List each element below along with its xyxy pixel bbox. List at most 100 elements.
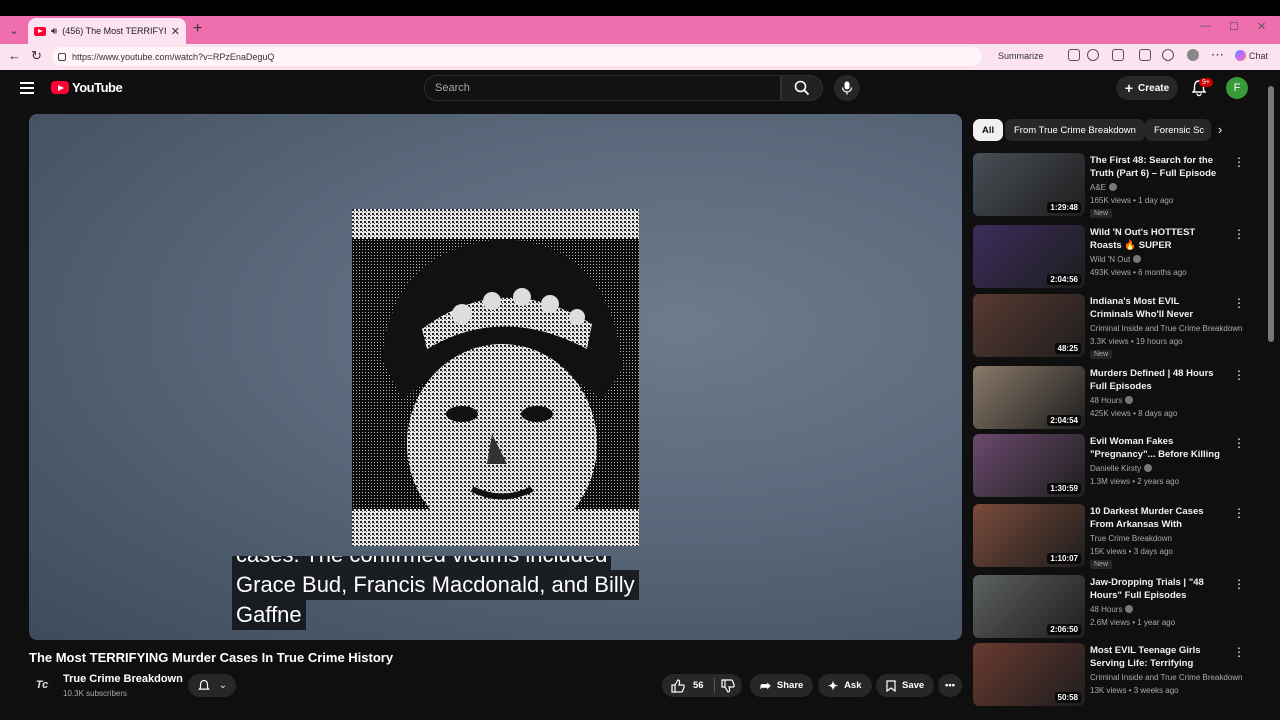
more-horizontal-icon: ••• (945, 680, 955, 691)
video-title[interactable]: Evil Woman Fakes "Pregnancy"... Before K… (1090, 435, 1220, 462)
more-vertical-icon[interactable]: ⋮ (1233, 368, 1245, 382)
channel-name[interactable]: Danielle Kirsty (1090, 464, 1153, 473)
channel-name[interactable]: A&E (1090, 183, 1118, 192)
new-badge: New (1090, 209, 1113, 218)
more-vertical-icon[interactable]: ⋮ (1233, 436, 1245, 450)
reading-view-icon[interactable] (1068, 49, 1080, 61)
caption-window: cases. The confirmed victims included Gr… (232, 556, 652, 636)
video-thumbnail[interactable]: 2:04:54 (973, 366, 1085, 429)
video-title[interactable]: Jaw-Dropping Trials | "48 Hours" Full Ep… (1090, 576, 1220, 602)
minimize-icon[interactable]: — (1200, 20, 1211, 32)
video-title[interactable]: 10 Darkest Murder Cases From Arkansas Wi… (1090, 505, 1220, 532)
video-title[interactable]: The First 48: Search for the Truth (Part… (1090, 154, 1220, 181)
back-icon[interactable]: ← (8, 48, 21, 63)
profile-icon[interactable] (1187, 49, 1199, 61)
like-button[interactable]: 56 (671, 678, 704, 693)
search-button[interactable] (781, 75, 823, 101)
channel-name-link[interactable]: True Crime Breakdown (63, 673, 183, 685)
more-actions-button[interactable]: ••• (938, 674, 962, 697)
recommended-video[interactable]: 2:04:54 Murders Defined | 48 Hours Full E… (973, 366, 1263, 430)
video-thumbnail[interactable]: 2:04:56 (973, 225, 1085, 288)
youtube-logo[interactable]: YouTube (51, 80, 123, 95)
caption-line-1: cases. The confirmed victims included (232, 556, 612, 570)
video-title[interactable]: Wild 'N Out's HOTTEST Roasts 🔥 SUPER COM… (1090, 226, 1220, 253)
channel-label: Danielle Kirsty (1090, 464, 1142, 473)
channel-name[interactable]: 48 Hours (1090, 396, 1134, 405)
more-vertical-icon[interactable]: ⋮ (1233, 645, 1245, 659)
reload-icon[interactable]: ↻ (31, 48, 42, 64)
channel-name[interactable]: Criminal Inside and True Crime Breakdown (1090, 324, 1243, 333)
browser-tabstrip (0, 16, 1280, 44)
more-vertical-icon[interactable]: ⋮ (1233, 506, 1245, 520)
video-title[interactable]: Indiana's Most EVIL Criminals Who'll Nev… (1090, 295, 1220, 322)
recommended-video[interactable]: 1:10:07 10 Darkest Murder Cases From Arka… (973, 504, 1263, 569)
split-screen-icon[interactable] (1112, 49, 1124, 61)
page-scrollbar[interactable] (1268, 76, 1274, 716)
more-vertical-icon[interactable]: ⋮ (1233, 577, 1245, 591)
chip-all[interactable]: All (973, 119, 1004, 141)
video-thumbnail[interactable]: 1:30:59 (973, 434, 1085, 497)
more-vertical-icon[interactable]: ⋮ (1233, 227, 1245, 241)
video-title[interactable]: Most EVIL Teenage Girls Serving Life: Te… (1090, 644, 1220, 671)
channel-name[interactable]: Criminal Inside and True Crime Breakdown (1090, 673, 1243, 682)
search-input[interactable]: Search (424, 75, 781, 101)
browser-tab-active[interactable]: 🔊︎ (456) The Most TERRIFYING M ✕ (28, 18, 186, 44)
favorites-icon[interactable] (1162, 49, 1174, 61)
guide-menu-icon[interactable] (20, 82, 34, 97)
chip-from-channel[interactable]: From True Crime Breakdown (1005, 119, 1145, 141)
subscriber-count: 10.3K subscribers (63, 689, 128, 698)
more-vertical-icon[interactable]: ⋮ (1233, 296, 1245, 310)
channel-name[interactable]: Wild 'N Out (1090, 255, 1142, 264)
recommended-video[interactable]: 1:30:59 Evil Woman Fakes "Pregnancy"... B… (973, 434, 1263, 498)
channel-label: 48 Hours (1090, 396, 1123, 405)
voice-search-button[interactable] (834, 75, 860, 101)
account-avatar[interactable]: F (1226, 77, 1248, 99)
extension-icon[interactable] (1139, 49, 1151, 61)
recommended-video[interactable]: 2:06:50 Jaw-Dropping Trials | "48 Hours" … (973, 575, 1263, 639)
notification-count-badge: 9+ (1199, 78, 1213, 87)
video-thumbnail[interactable]: 50:58 (973, 643, 1085, 706)
video-thumbnail[interactable]: 1:10:07 (973, 504, 1085, 567)
maximize-icon[interactable]: ☐ (1229, 20, 1239, 33)
new-badge: New (1090, 560, 1113, 569)
window-close-icon[interactable]: ✕ (1257, 20, 1266, 33)
new-tab-icon[interactable]: + (193, 20, 202, 38)
save-button[interactable]: Save (876, 674, 935, 697)
video-thumbnail[interactable]: 48:25 (973, 294, 1085, 357)
subscription-bell-button[interactable]: ⌄ (188, 674, 236, 697)
channel-name[interactable]: True Crime Breakdown (1090, 534, 1172, 543)
speaker-icon[interactable]: 🔊︎ (51, 26, 57, 37)
create-button[interactable]: + Create (1116, 76, 1178, 100)
copilot-chat-button[interactable]: Chat (1235, 50, 1268, 61)
like-count: 56 (693, 680, 704, 691)
recommended-video[interactable]: 48:25 Indiana's Most EVIL Criminals Who'l… (973, 294, 1263, 359)
video-player[interactable]: cases. The confirmed victims included Gr… (29, 114, 962, 640)
bookmark-icon (886, 679, 896, 692)
summarize-button[interactable]: Summarize (998, 51, 1044, 61)
channel-name[interactable]: 48 Hours (1090, 605, 1134, 614)
site-info-icon[interactable] (58, 52, 66, 61)
favorite-star-icon[interactable] (1087, 49, 1099, 61)
tab-close-icon[interactable]: ✕ (171, 25, 180, 38)
address-bar[interactable]: https://www.youtube.com/watch?v=RPzEnaDe… (52, 47, 982, 66)
scrollbar-thumb[interactable] (1268, 86, 1274, 342)
video-thumbnail[interactable]: 2:06:50 (973, 575, 1085, 638)
more-vertical-icon[interactable]: ⋮ (1233, 155, 1245, 169)
ask-button[interactable]: ✦ Ask (818, 674, 872, 697)
tab-list-icon[interactable]: ⌄ (4, 20, 24, 40)
recommended-video[interactable]: 1:29:48 The First 48: Search for the Trut… (973, 153, 1263, 218)
copilot-icon (1235, 50, 1246, 61)
share-button[interactable]: ➦ Share (750, 674, 814, 697)
chip-forensic[interactable]: Forensic Sc (1145, 119, 1211, 141)
recommended-video[interactable]: 50:58 Most EVIL Teenage Girls Serving Lif… (973, 643, 1263, 707)
share-icon: ➦ (760, 677, 771, 693)
chevron-right-icon[interactable]: › (1218, 122, 1222, 137)
channel-avatar[interactable]: Tc (31, 674, 53, 696)
video-thumbnail[interactable]: 1:29:48 (973, 153, 1085, 216)
video-title[interactable]: Murders Defined | 48 Hours Full Episodes (1090, 367, 1220, 393)
recommended-video[interactable]: 2:04:56 Wild 'N Out's HOTTEST Roasts 🔥 SU… (973, 225, 1263, 289)
closed-captions: cases. The confirmed victims included Gr… (232, 556, 652, 636)
thumbs-down-icon[interactable] (720, 678, 735, 693)
browser-menu-icon[interactable]: ⋯ (1211, 47, 1224, 63)
video-duration: 1:10:07 (1047, 553, 1081, 564)
